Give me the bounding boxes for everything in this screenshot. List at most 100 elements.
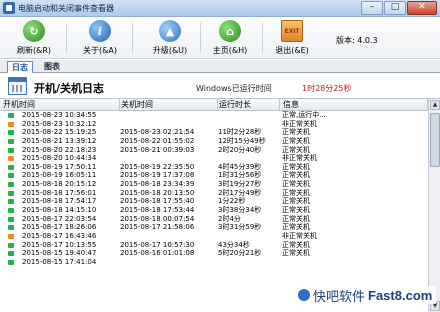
table-row[interactable]: 2015-08-17 16:43:46 非正常关机 <box>0 232 428 241</box>
info-cell: 正常关机 <box>282 171 310 180</box>
upgrade-button[interactable]: ▲ 升级(&U) <box>146 20 194 58</box>
table-row[interactable]: 2015-08-18 17:54:17 2015-08-18 17:55:40 1分… <box>0 197 428 206</box>
ok-status-icon <box>8 147 14 153</box>
info-cell: 正常关机 <box>282 128 310 137</box>
uptime-label: Windows已运行时间 <box>196 84 272 93</box>
info-cell: 非正常关机 <box>282 231 317 240</box>
table-row[interactable]: 2015-08-19 16:05:11 2015-08-19 17:37:08 1时… <box>0 171 428 180</box>
maximize-button[interactable]: □ <box>384 0 406 15</box>
info-cell: 正常关机 <box>282 197 310 206</box>
table-row[interactable]: 2015-08-22 15:19:25 2015-08-23 02:21:54 11… <box>0 128 428 137</box>
table-row[interactable]: 2015-08-21 13:39:12 2015-08-22 01:55:02 12… <box>0 137 428 146</box>
ok-status-icon <box>8 182 14 188</box>
home-button[interactable]: ⌂ 主页(&H) <box>206 20 254 58</box>
duration-cell: 43分34秒 <box>218 240 250 249</box>
duration-cell: 3时31分59秒 <box>218 223 262 232</box>
ok-status-icon <box>8 208 14 214</box>
table-body: 2015-08-23 10:34:55 正常,运行中... 2015-08-23 1… <box>0 111 428 267</box>
calendar-icon <box>8 77 27 95</box>
ok-status-icon <box>8 113 14 118</box>
watermark-site: Fast8.com <box>368 287 433 303</box>
end-time-cell: 2015-08-18 17:55:40 <box>120 197 195 206</box>
toolbar: ↻ 刷新(&R) i 关于(&A) ▲ 升级(&U) ⌂ 主页(&H) EXIT… <box>0 17 440 59</box>
page-title: 开机/关机日志 <box>34 82 105 95</box>
duration-cell: 1分22秒 <box>218 197 246 206</box>
version-label: 版本: 4.0.3 <box>336 36 378 45</box>
vertical-scrollbar[interactable]: ▲ ▼ <box>428 99 440 312</box>
duration-cell: 2时4分 <box>218 214 241 223</box>
refresh-button[interactable]: ↻ 刷新(&R) <box>10 20 58 58</box>
duration-cell: 2时20分40秒 <box>218 145 262 154</box>
end-time-cell: 2015-08-18 23:34:39 <box>120 180 195 189</box>
close-button[interactable]: ✕ <box>407 0 437 15</box>
table-row[interactable]: 2015-08-15 19:40:47 2015-08-16 01:01:08 5时… <box>0 249 428 258</box>
table-row[interactable]: 2015-08-20 10:44:34 非正常关机 <box>0 154 428 163</box>
info-cell: 正常关机 <box>282 188 310 197</box>
start-time-cell: 2015-08-23 10:32:12 <box>22 119 97 128</box>
uptime-value: 1时28分25秒 <box>302 84 352 93</box>
info-cell: 正常关机 <box>282 249 310 258</box>
column-header-info[interactable]: 信息 <box>280 99 428 111</box>
scroll-thumb[interactable] <box>430 113 440 167</box>
info-cell: 正常关机 <box>282 145 310 154</box>
warning-status-icon <box>8 233 14 239</box>
info-cell: 正常关机 <box>282 136 310 145</box>
log-table: 开机时间 关机时间 运行时长 信息 2015-08-23 10:34:55 正常,… <box>0 99 440 312</box>
table-row[interactable]: 2015-08-19 17:50:11 2015-08-19 22:35:50 4时… <box>0 163 428 172</box>
duration-cell: 2时17分49秒 <box>218 188 262 197</box>
watermark-text: 快吧软件 <box>313 288 366 304</box>
upgrade-icon: ▲ <box>159 20 181 42</box>
duration-cell: 1时31分56秒 <box>218 171 262 180</box>
table-row[interactable]: 2015-08-17 22:03:54 2015-08-18 00:07:54 2时… <box>0 215 428 224</box>
info-cell: 正常关机 <box>282 206 310 215</box>
start-time-cell: 2015-08-17 18:26:06 <box>22 223 97 232</box>
duration-cell: 4时45分39秒 <box>218 162 262 171</box>
tab-bar: 日志 图表 <box>0 60 440 73</box>
table-row[interactable]: 2015-08-18 20:15:12 2015-08-18 23:34:39 3时… <box>0 180 428 189</box>
start-time-cell: 2015-08-18 17:56:01 <box>22 188 97 197</box>
window-title: 电脑启动和关闭事件查看器 <box>18 3 114 13</box>
start-time-cell: 2015-08-17 22:03:54 <box>22 214 97 223</box>
start-time-cell: 2015-08-20 22:18:23 <box>22 145 97 154</box>
end-time-cell: 2015-08-16 01:01:08 <box>120 249 195 258</box>
ok-status-icon <box>8 259 14 265</box>
table-row[interactable]: 2015-08-17 18:26:06 2015-08-17 21:58:06 3时… <box>0 223 428 232</box>
info-cell: 非正常关机 <box>282 154 317 163</box>
about-icon: i <box>89 20 111 42</box>
home-label: 主页(&H) <box>212 46 248 55</box>
table-row[interactable]: 2015-08-18 17:56:01 2015-08-18 20:13:50 2时… <box>0 189 428 198</box>
start-time-cell: 2015-08-18 20:15:12 <box>22 180 97 189</box>
table-row[interactable]: 2015-08-23 10:34:55 正常,运行中... <box>0 111 428 120</box>
column-header-duration[interactable]: 运行时长 <box>216 99 280 111</box>
toolbar-separator <box>262 23 263 53</box>
start-time-cell: 2015-08-19 16:05:11 <box>22 171 97 180</box>
toolbar-separator <box>132 23 133 53</box>
tab-chart[interactable]: 图表 <box>40 61 64 73</box>
table-row[interactable]: 2015-08-17 10:13:55 2015-08-17 10:57:30 43… <box>0 241 428 250</box>
table-row[interactable]: 2015-08-15 17:41:04 <box>0 258 428 267</box>
table-row[interactable]: 2015-08-20 22:18:23 2015-08-21 00:39:03 2时… <box>0 146 428 155</box>
table-row[interactable]: 2015-08-23 10:32:12 非正常关机 <box>0 120 428 129</box>
start-time-cell: 2015-08-23 10:34:55 <box>22 111 97 119</box>
column-header-start[interactable]: 开机时间 <box>0 99 120 111</box>
start-time-cell: 2015-08-18 17:54:17 <box>22 197 97 206</box>
start-time-cell: 2015-08-18 14:15:10 <box>22 206 97 215</box>
exit-button[interactable]: EXIT 退出(&E) <box>268 20 316 58</box>
ok-status-icon <box>8 251 14 257</box>
ok-status-icon <box>8 225 14 231</box>
scroll-up-icon[interactable]: ▲ <box>430 100 440 110</box>
start-time-cell: 2015-08-19 17:50:11 <box>22 162 97 171</box>
log-header: 开机/关机日志 Windows已运行时间 1时28分25秒 <box>0 74 440 99</box>
duration-cell: 3时19分27秒 <box>218 180 262 189</box>
about-button[interactable]: i 关于(&A) <box>76 20 124 58</box>
ok-status-icon <box>8 216 14 222</box>
tab-log[interactable]: 日志 <box>7 61 33 73</box>
title-bar: 电脑启动和关闭事件查看器 – □ ✕ <box>0 0 440 17</box>
warning-status-icon <box>8 156 14 162</box>
toolbar-separator <box>66 23 67 53</box>
end-time-cell: 2015-08-18 00:07:54 <box>120 214 195 223</box>
minimize-button[interactable]: – <box>361 0 383 15</box>
column-header-end[interactable]: 关机时间 <box>118 99 218 111</box>
ok-status-icon <box>8 199 14 205</box>
table-row[interactable]: 2015-08-18 14:15:10 2015-08-18 17:53:44 3时… <box>0 206 428 215</box>
